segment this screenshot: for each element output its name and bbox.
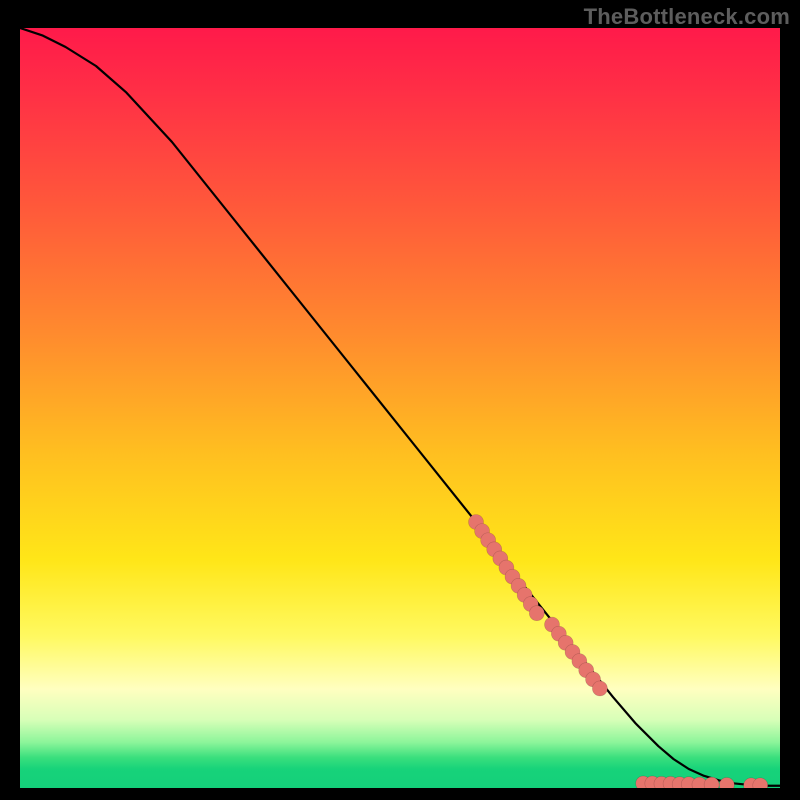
watermark-text: TheBottleneck.com — [584, 4, 790, 30]
data-curve — [20, 28, 780, 786]
data-point — [719, 777, 734, 788]
data-points — [469, 515, 768, 789]
chart-frame: TheBottleneck.com — [0, 0, 800, 800]
data-point — [592, 681, 607, 696]
plot-area — [20, 28, 780, 788]
data-point — [529, 606, 544, 621]
chart-overlay — [20, 28, 780, 788]
